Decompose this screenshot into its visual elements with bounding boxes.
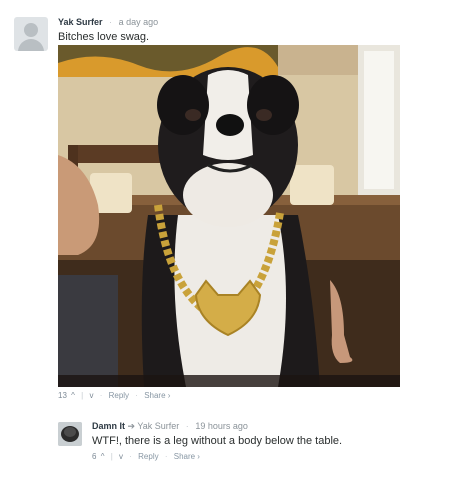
comment-meta: Damn It ➔ Yak Surfer · 19 hours ago — [92, 421, 248, 432]
meta-separator: · — [185, 421, 189, 431]
vote-count: 13 — [58, 391, 67, 400]
footer-dot: · — [129, 452, 132, 461]
avatar-shoulders-shape — [18, 39, 44, 51]
footer-divider: | — [81, 391, 84, 400]
downvote-icon[interactable]: v — [89, 391, 93, 400]
comment-text: WTF!, there is a leg without a body belo… — [92, 435, 343, 447]
comment-meta: Yak Surfer · a day ago — [58, 17, 158, 27]
comment-footer: 6 ^ | v · Reply · Share › — [92, 452, 200, 461]
comment-timestamp[interactable]: a day ago — [119, 17, 159, 27]
upvote-icon[interactable]: ^ — [71, 391, 75, 400]
comment-author[interactable]: Yak Surfer — [58, 17, 103, 27]
vote-count: 6 — [92, 452, 97, 461]
footer-dot: · — [164, 452, 168, 461]
reply-button[interactable]: Reply — [109, 391, 129, 400]
reply-arrow-icon: ➔ — [127, 421, 136, 431]
upvote-icon[interactable]: ^ — [101, 452, 105, 461]
dog-photo-illustration — [58, 45, 400, 387]
share-button[interactable]: Share › — [144, 391, 170, 400]
comment-timestamp[interactable]: 19 hours ago — [195, 421, 248, 431]
comment-image[interactable] — [58, 45, 400, 387]
user-avatar-default[interactable] — [14, 17, 48, 51]
comment-text: Bitches love swag. — [58, 31, 150, 43]
avatar-head-shape — [24, 23, 38, 37]
reply-button[interactable]: Reply — [138, 452, 158, 461]
footer-divider: | — [110, 452, 113, 461]
meta-separator: · — [109, 17, 113, 27]
comment-footer: 13 ^ | v · Reply · Share › — [58, 391, 170, 400]
avatar-image — [58, 422, 82, 446]
downvote-icon[interactable]: v — [119, 452, 123, 461]
user-avatar[interactable] — [58, 422, 82, 446]
share-button[interactable]: Share › — [174, 452, 200, 461]
footer-dot: · — [135, 391, 138, 400]
comment-author[interactable]: Damn It — [92, 421, 125, 431]
footer-dot: · — [99, 391, 103, 400]
reply-to-author[interactable]: Yak Surfer — [137, 421, 179, 431]
